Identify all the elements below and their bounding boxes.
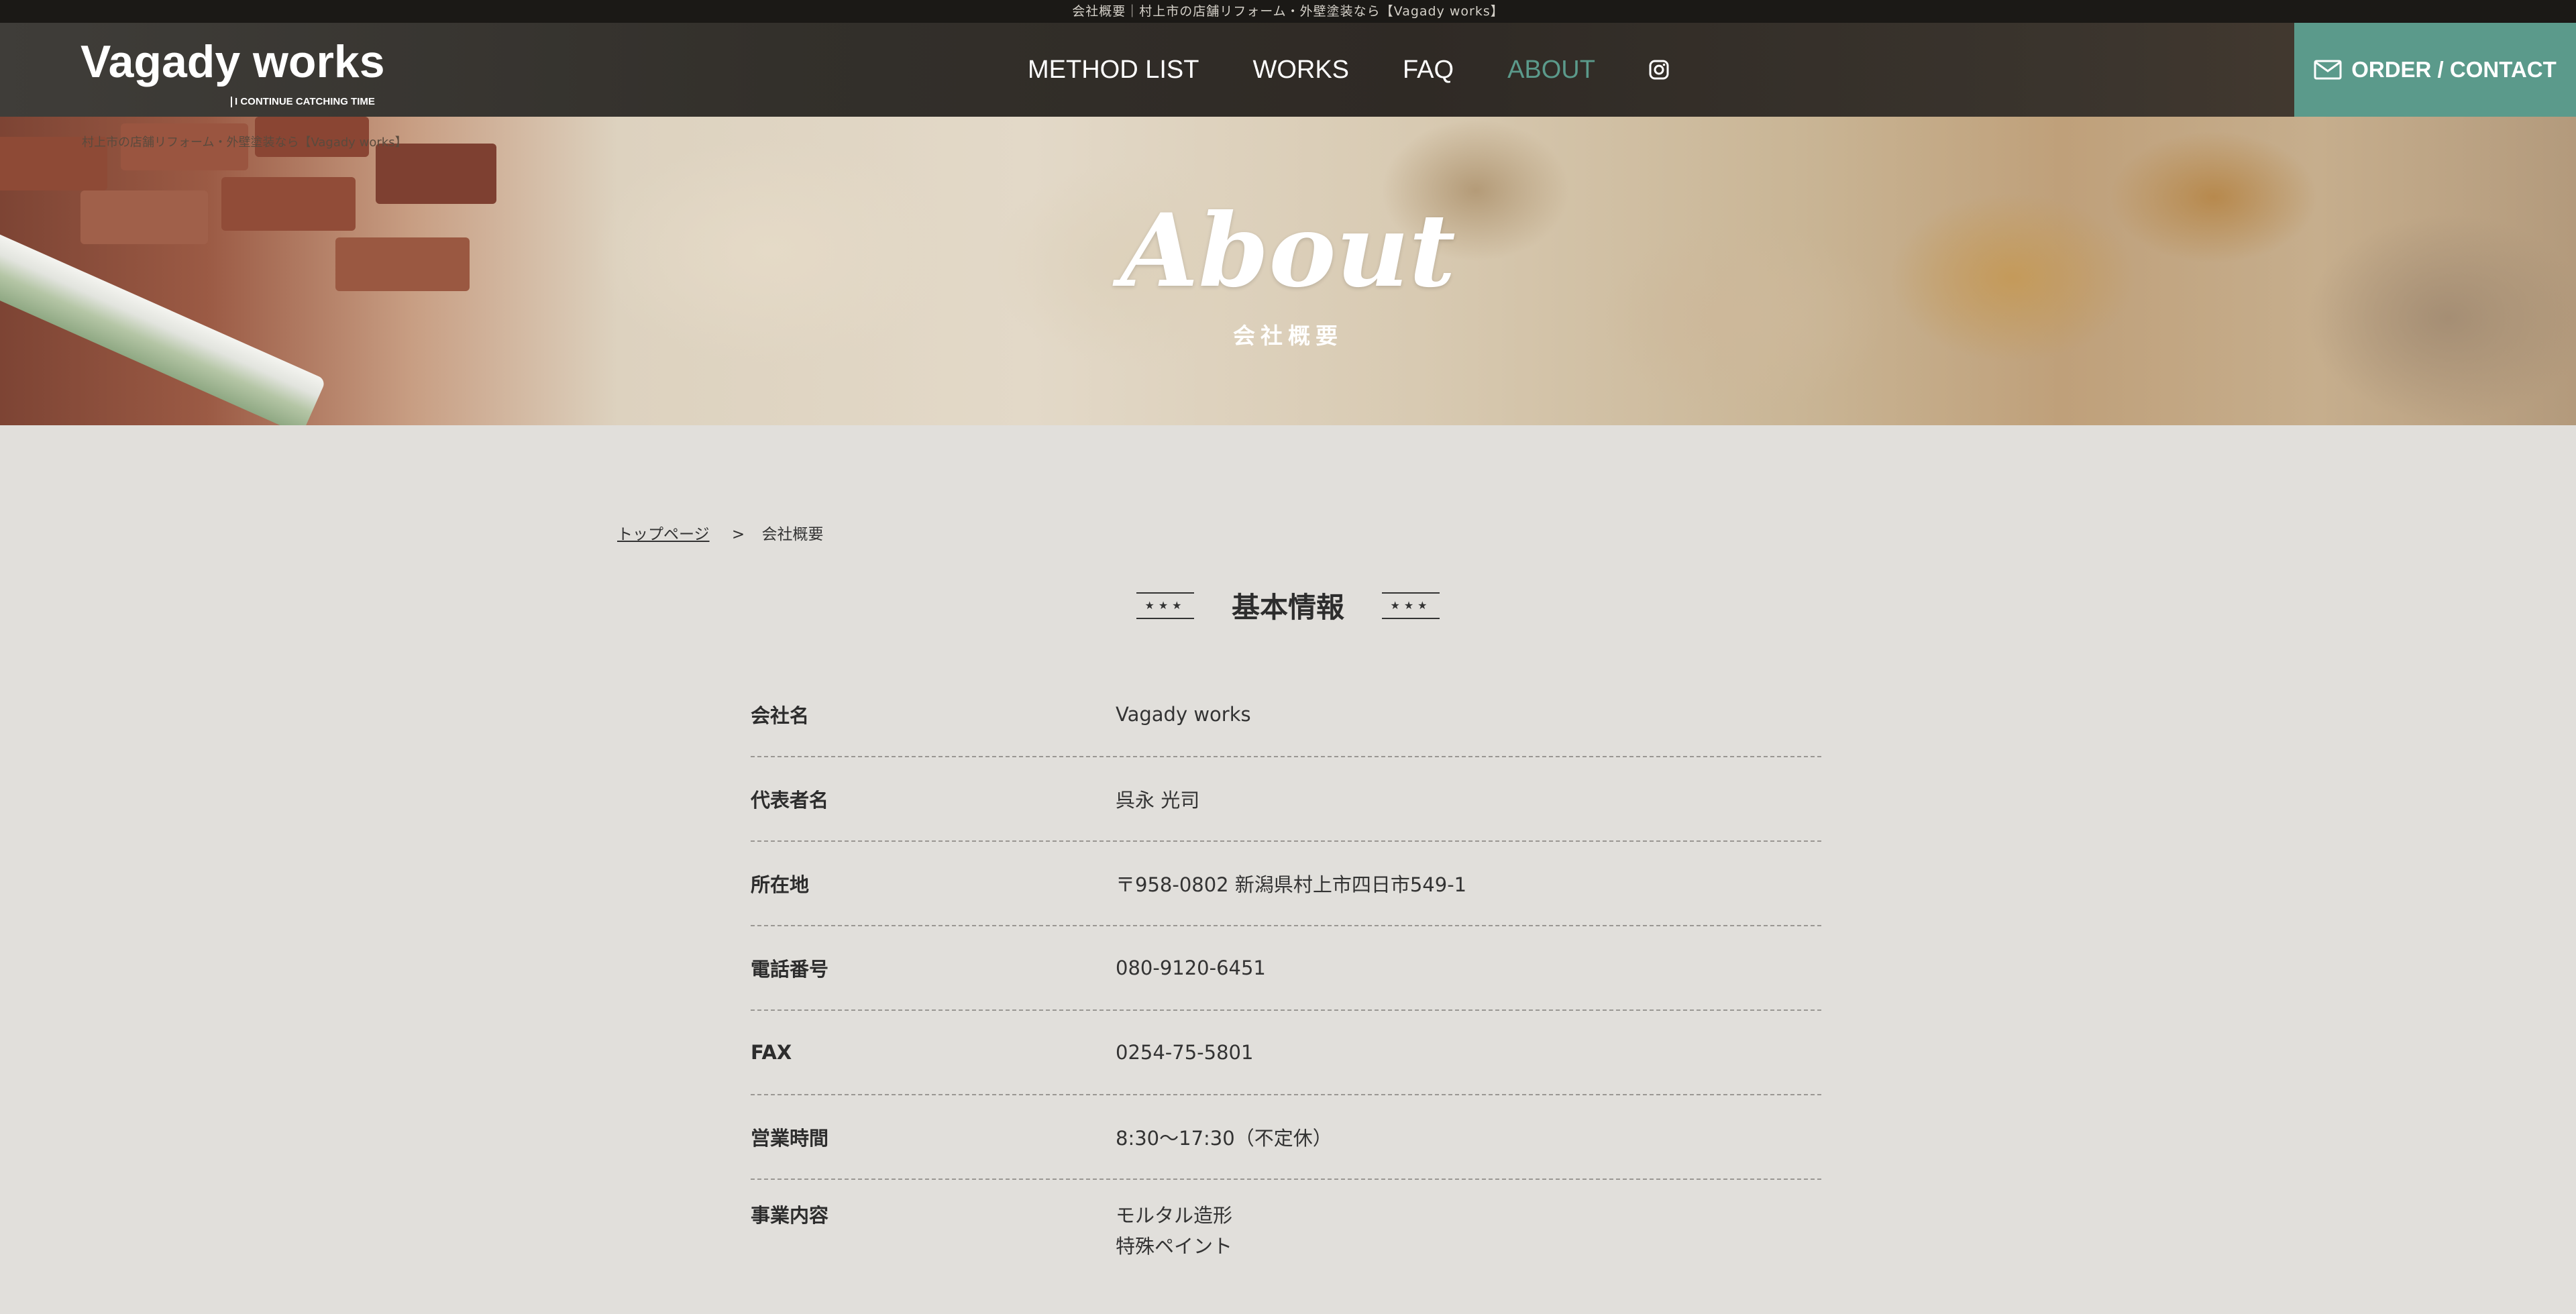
info-row: 事業内容 モルタル造形 特殊ペイント <box>751 1180 1821 1314</box>
hero-breadcrumb: 村上市の店舗リフォーム・外壁塗装なら【Vagady works】 <box>82 135 407 150</box>
info-row: 営業時間 8:30〜17:30（不定休） <box>751 1095 1821 1180</box>
hero-subtitle: 会社概要 <box>1233 323 1343 349</box>
info-label: 会社名 <box>751 704 810 727</box>
section-heading: ★★★ 基本情報 ★★★ <box>0 585 2576 626</box>
info-label: FAX <box>751 1041 792 1064</box>
logo-title: Vagady works <box>80 36 385 87</box>
info-value: 呉永 光司 <box>1116 789 1200 812</box>
info-label: 営業時間 <box>751 1127 829 1150</box>
breadcrumb-home-link[interactable]: トップページ <box>617 526 710 543</box>
info-value-line: モルタル造形 <box>1116 1204 1233 1227</box>
info-value-line: 特殊ペイント <box>1116 1235 1233 1258</box>
page-title-text: 会社概要｜村上市の店舗リフォーム・外壁塗装なら【Vagady works】 <box>1072 4 1504 19</box>
site-header: Vagady works I CONTINUE CATCHING TIME ME… <box>0 23 2576 117</box>
info-value: Vagady works <box>1116 703 1251 726</box>
nav-item-works[interactable]: WORKS <box>1252 56 1349 85</box>
nav-item-faq[interactable]: FAQ <box>1403 56 1454 85</box>
instagram-icon[interactable] <box>1649 60 1669 80</box>
mail-icon <box>2314 60 2342 80</box>
hero-banner: 村上市の店舗リフォーム・外壁塗装なら【Vagady works】 About 会… <box>0 117 2576 425</box>
info-label: 代表者名 <box>751 789 829 812</box>
info-value: 〒958-0802 新潟県村上市四日市549-1 <box>1116 873 1467 896</box>
info-label: 事業内容 <box>751 1204 829 1227</box>
info-value-list: モルタル造形 特殊ペイント <box>1116 1200 1232 1262</box>
order-contact-label: ORDER / CONTACT <box>2351 57 2557 82</box>
breadcrumb-separator: > <box>731 526 745 543</box>
info-row: 会社名 Vagady works <box>751 673 1821 757</box>
info-row: 所在地 〒958-0802 新潟県村上市四日市549-1 <box>751 842 1821 926</box>
section-title: 基本情報 <box>1231 591 1344 624</box>
hero-title: About <box>1120 192 1456 310</box>
info-value: 080-9120-6451 <box>1116 956 1266 979</box>
nav-item-about[interactable]: ABOUT <box>1507 56 1595 85</box>
breadcrumb-current: 会社概要 <box>761 526 824 543</box>
star-ornament-right: ★★★ <box>1382 592 1440 619</box>
breadcrumb: トップページ > 会社概要 <box>617 521 823 544</box>
info-label: 所在地 <box>751 873 810 896</box>
main-nav: METHOD LIST WORKS FAQ ABOUT <box>1028 23 1669 117</box>
info-row: 電話番号 080-9120-6451 <box>751 926 1821 1011</box>
info-row: FAX 0254-75-5801 <box>751 1011 1821 1095</box>
nav-item-method-list[interactable]: METHOD LIST <box>1028 56 1199 85</box>
info-value: 8:30〜17:30（不定休） <box>1116 1127 1332 1150</box>
brick-texture <box>376 144 496 204</box>
company-info-table: 会社名 Vagady works 代表者名 呉永 光司 所在地 〒958-080… <box>751 673 1821 1314</box>
page-title-strip: 会社概要｜村上市の店舗リフォーム・外壁塗装なら【Vagady works】 <box>0 0 2576 23</box>
site-logo[interactable]: Vagady works I CONTINUE CATCHING TIME <box>80 36 385 107</box>
star-ornament-left: ★★★ <box>1136 592 1194 619</box>
logo-tagline: I CONTINUE CATCHING TIME <box>231 97 375 107</box>
order-contact-button[interactable]: ORDER / CONTACT <box>2294 23 2576 117</box>
info-row: 代表者名 呉永 光司 <box>751 757 1821 842</box>
info-label: 電話番号 <box>751 958 829 981</box>
info-value: 0254-75-5801 <box>1116 1041 1254 1064</box>
